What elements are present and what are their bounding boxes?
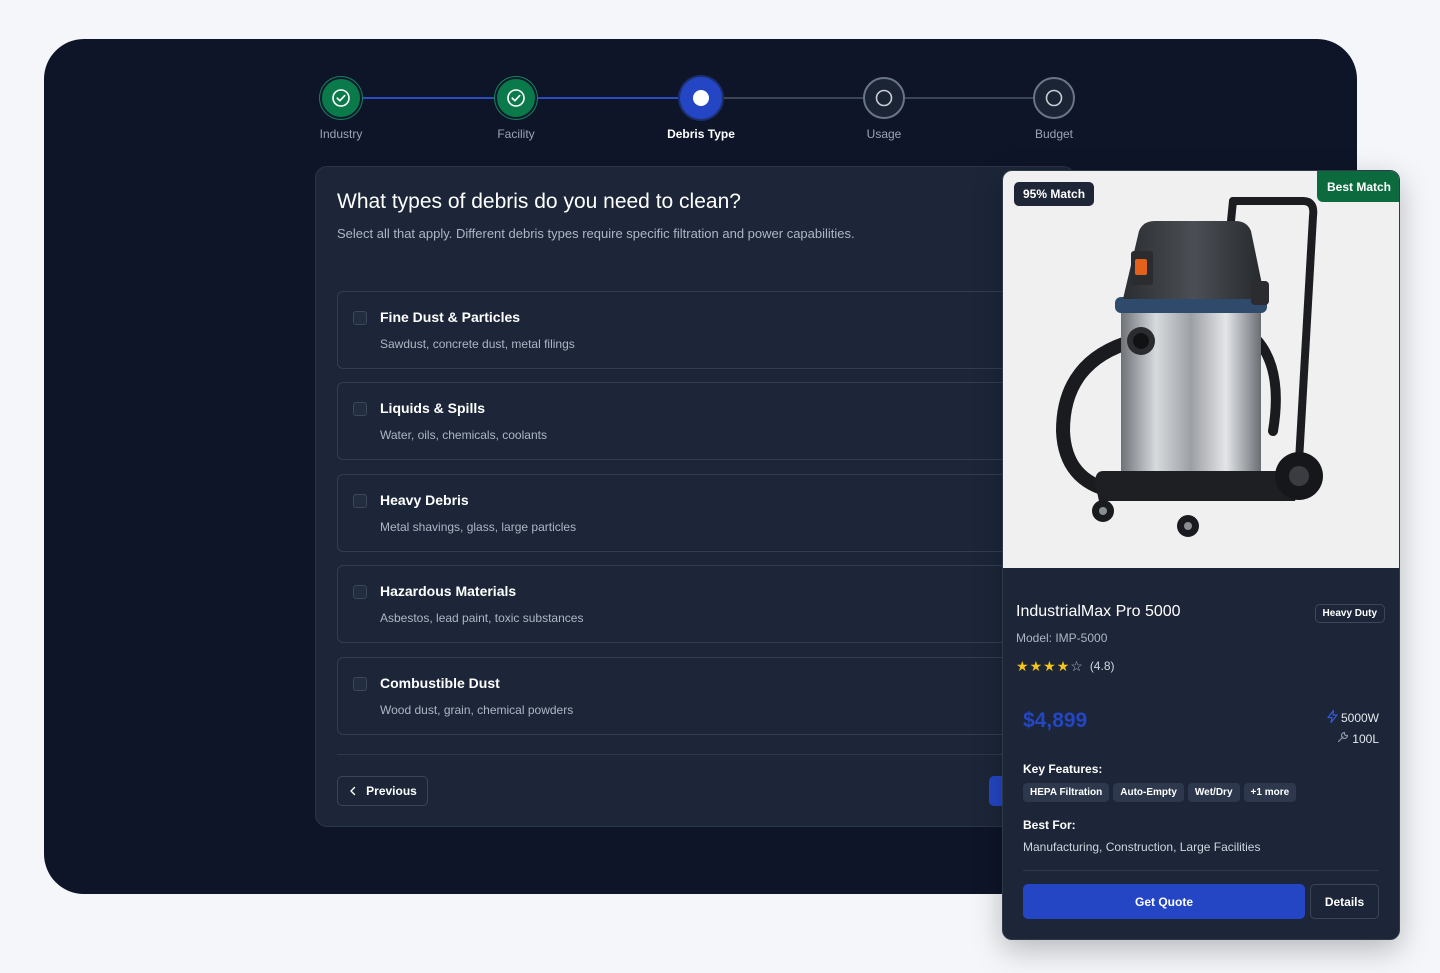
- star-filled-icon: ★: [1029, 658, 1043, 674]
- circle-icon: [1033, 77, 1075, 119]
- step-facility[interactable]: Facility: [456, 77, 576, 141]
- progress-stepper: Industry Facility Debris Type Usage Budg…: [300, 77, 1100, 147]
- option-description: Metal shavings, glass, large particles: [380, 520, 577, 534]
- option-heavy-debris[interactable]: Heavy Debris Metal shavings, glass, larg…: [337, 474, 1037, 552]
- feature-chips: HEPA Filtration Auto-Empty Wet/Dry +1 mo…: [1023, 783, 1297, 802]
- question-card: What types of debris do you need to clea…: [315, 166, 1075, 827]
- option-title: Combustible Dust: [380, 675, 500, 691]
- option-checkbox[interactable]: [353, 677, 367, 691]
- option-combustible[interactable]: Combustible Dust Wood dust, grain, chemi…: [337, 657, 1037, 735]
- option-liquids[interactable]: Liquids & Spills Water, oils, chemicals,…: [337, 382, 1037, 460]
- option-checkbox[interactable]: [353, 585, 367, 599]
- star-rating: ★ ★ ★ ★ ☆ (4.8): [1016, 659, 1115, 673]
- feature-chip: Auto-Empty: [1113, 783, 1184, 802]
- power-spec: 5000W: [1327, 709, 1379, 726]
- step-label: Usage: [866, 127, 902, 141]
- question-subtitle: Select all that apply. Different debris …: [337, 226, 855, 241]
- power-value: 5000W: [1340, 711, 1379, 725]
- step-label: Facility: [497, 127, 535, 141]
- best-match-badge: Best Match: [1316, 171, 1399, 202]
- chevron-left-icon: [350, 786, 356, 796]
- features-label: Key Features:: [1023, 762, 1103, 776]
- option-description: Wood dust, grain, chemical powders: [380, 703, 574, 717]
- previous-label: Previous: [366, 784, 417, 798]
- circle-icon: [863, 77, 905, 119]
- previous-button[interactable]: Previous: [337, 776, 428, 806]
- star-filled-icon: ★: [1056, 658, 1070, 674]
- best-for-value: Manufacturing, Construction, Large Facil…: [1023, 840, 1261, 854]
- heavy-duty-badge: Heavy Duty: [1314, 604, 1385, 623]
- step-label: Budget: [1034, 127, 1074, 141]
- wrench-icon: [1337, 731, 1349, 746]
- feature-chip: Wet/Dry: [1187, 783, 1240, 802]
- option-checkbox[interactable]: [353, 494, 367, 508]
- step-debris-type[interactable]: Debris Type: [641, 77, 761, 141]
- rating-value: (4.8): [1089, 659, 1115, 673]
- product-card: 95% Match Best Match IndustrialMax Pro 5…: [1002, 170, 1400, 940]
- feature-chip: HEPA Filtration: [1023, 783, 1110, 802]
- option-description: Water, oils, chemicals, coolants: [380, 428, 547, 442]
- option-checkbox[interactable]: [353, 402, 367, 416]
- details-button[interactable]: Details: [1310, 884, 1379, 919]
- step-label: Industry: [319, 127, 363, 141]
- divider: [337, 754, 1037, 755]
- option-title: Heavy Debris: [380, 492, 469, 508]
- option-hazardous[interactable]: Hazardous Materials Asbestos, lead paint…: [337, 565, 1037, 643]
- lightning-icon: [1327, 709, 1338, 726]
- volume-spec: 100L: [1337, 731, 1379, 746]
- product-model: Model: IMP-5000: [1016, 631, 1108, 645]
- product-price: $4,899: [1023, 709, 1088, 732]
- option-title: Liquids & Spills: [380, 400, 486, 416]
- option-description: Sawdust, concrete dust, metal filings: [380, 337, 575, 351]
- step-usage[interactable]: Usage: [824, 77, 944, 141]
- get-quote-button[interactable]: Get Quote: [1023, 884, 1305, 919]
- option-checkbox[interactable]: [353, 311, 367, 325]
- vacuum-illustration: [1055, 197, 1323, 537]
- best-for-label: Best For:: [1023, 818, 1076, 832]
- match-badge: 95% Match: [1014, 182, 1095, 206]
- option-title: Hazardous Materials: [380, 583, 517, 599]
- step-budget[interactable]: Budget: [994, 77, 1114, 141]
- option-description: Asbestos, lead paint, toxic substances: [380, 611, 584, 625]
- divider: [1023, 870, 1379, 871]
- option-title: Fine Dust & Particles: [380, 309, 521, 325]
- volume-value: 100L: [1352, 731, 1379, 746]
- star-filled-icon: ★: [1016, 658, 1029, 674]
- question-title: What types of debris do you need to clea…: [337, 190, 741, 213]
- step-label: Debris Type: [667, 127, 735, 141]
- star-filled-icon: ★: [1043, 658, 1056, 674]
- product-image: 95% Match Best Match: [1003, 171, 1399, 568]
- option-fine-dust[interactable]: Fine Dust & Particles Sawdust, concrete …: [337, 291, 1037, 369]
- more-features-chip[interactable]: +1 more: [1243, 783, 1297, 802]
- star-empty-icon: ☆: [1070, 658, 1083, 674]
- step-industry[interactable]: Industry: [281, 77, 401, 141]
- check-circle-icon: [320, 77, 362, 119]
- product-name: IndustrialMax Pro 5000: [1016, 603, 1181, 620]
- check-circle-icon: [495, 77, 537, 119]
- active-dot-icon: [680, 77, 722, 119]
